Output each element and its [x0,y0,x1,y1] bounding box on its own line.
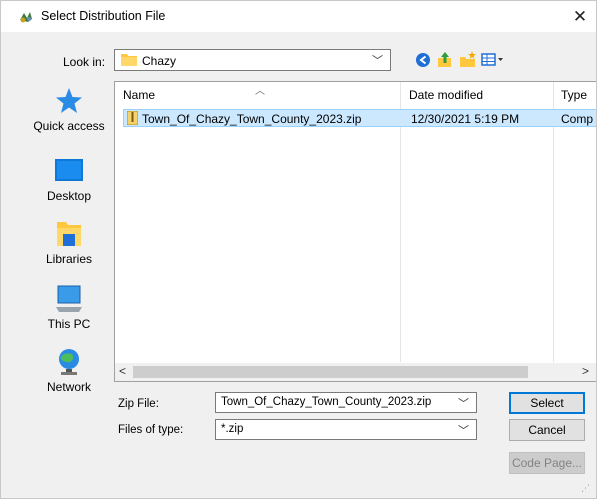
column-header-date-modified[interactable]: Date modified [409,88,483,102]
cancel-button[interactable]: Cancel [509,419,585,441]
view-menu-icon [481,53,503,66]
chevron-down-icon[interactable]: ﹀ [458,395,469,411]
place-label: Desktop [46,189,92,203]
files-of-type-dropdown[interactable]: *.zip ﹀ [215,419,477,440]
new-folder-icon [460,51,476,67]
place-label: This PC [47,317,91,331]
folder-icon [121,54,137,66]
file-name: Town_Of_Chazy_Town_County_2023.zip [142,112,362,126]
title-bar[interactable]: Select Distribution File ✕ [1,1,596,32]
place-label: Libraries [45,252,93,266]
close-icon: ✕ [572,7,588,26]
network-icon [54,347,84,377]
place-network[interactable]: Network [29,347,109,394]
scrollbar-thumb[interactable] [133,366,528,378]
look-in-value: Chazy [142,54,177,68]
view-menu-button[interactable] [479,49,507,71]
up-folder-icon [438,52,451,67]
files-of-type-value: *.zip [221,423,244,435]
desktop-icon [54,156,84,186]
place-quick-access[interactable]: Quick access [29,86,109,133]
zip-file-label: Zip File: [118,398,159,410]
back-icon [416,53,430,67]
place-label: Quick access [33,119,105,133]
select-distribution-file-dialog: Select Distribution File ✕ Look in: Chaz… [0,0,597,499]
window-title: Select Distribution File [41,9,166,23]
chevron-down-icon[interactable]: ﹀ [458,422,469,438]
column-header-type[interactable]: Type [561,88,587,102]
quick-access-star-icon [54,86,84,116]
code-page-button[interactable]: Code Page... [509,452,585,474]
this-pc-icon [54,284,84,314]
select-button[interactable]: Select [509,392,585,414]
sort-ascending-icon: ︿ [255,86,265,97]
file-list[interactable]: ︿ Name Date modified Type Town_Of_Chazy_… [114,81,596,382]
horizontal-scrollbar[interactable]: < > [115,363,596,381]
zip-file-icon [127,111,138,125]
scroll-left-icon[interactable]: < [119,364,126,378]
look-in-dropdown[interactable]: Chazy ﹀ [114,49,391,71]
column-header-name[interactable]: Name [123,88,155,102]
chevron-down-icon: ﹀ [372,55,383,67]
back-button[interactable] [412,49,434,71]
zip-file-combobox[interactable]: Town_Of_Chazy_Town_County_2023.zip ﹀ [215,392,477,413]
place-desktop[interactable]: Desktop [29,156,109,203]
place-this-pc[interactable]: This PC [29,284,109,331]
place-label: Network [46,380,91,394]
app-icon [20,12,32,23]
look-in-label: Look in: [63,55,106,69]
up-one-level-button[interactable] [434,49,456,71]
scroll-right-icon[interactable]: > [582,364,589,378]
files-of-type-label: Files of type: [118,424,184,436]
file-date-modified: 12/30/2021 5:19 PM [411,112,520,126]
place-libraries[interactable]: Libraries [29,219,109,266]
zip-file-value: Town_Of_Chazy_Town_County_2023.zip [221,396,432,408]
close-button[interactable]: ✕ [567,5,593,29]
libraries-icon [54,219,84,249]
file-type: Comp [561,112,594,126]
file-row[interactable]: Town_Of_Chazy_Town_County_2023.zip 12/30… [123,109,596,127]
resize-grip-icon[interactable]: ⋰ [581,483,590,494]
create-new-folder-button[interactable] [457,49,479,71]
